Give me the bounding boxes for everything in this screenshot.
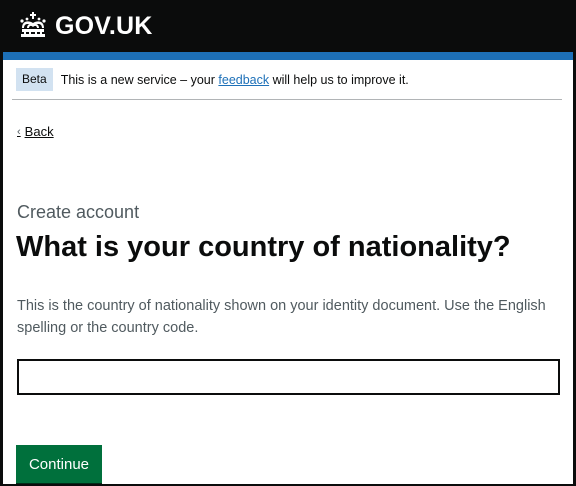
beta-tag: Beta <box>16 68 53 91</box>
form-caption: Create account <box>17 202 140 222</box>
continue-button[interactable]: Continue <box>16 445 102 483</box>
phase-banner-text: This is a new service – your feedback wi… <box>61 73 409 87</box>
hint-text: This is the country of nationality shown… <box>17 298 546 337</box>
govuk-logo-link[interactable]: GOV.UK <box>18 12 153 40</box>
chevron-left-icon: ‹ <box>17 125 21 138</box>
site-header: GOV.UK <box>0 0 576 52</box>
page-title: What is your country of nationality? <box>16 231 511 263</box>
back-link-label: Back <box>24 124 54 139</box>
phase-banner: Beta This is a new service – your feedba… <box>12 60 562 100</box>
header-accent-bar <box>0 52 576 60</box>
crown-icon <box>20 12 46 37</box>
phase-banner-text-after: will help us to improve it. <box>269 72 409 87</box>
feedback-link[interactable]: feedback <box>218 73 269 87</box>
nationality-input[interactable] <box>17 359 560 395</box>
logo-text: GOV.UK <box>55 11 153 40</box>
back-link[interactable]: ‹ Back <box>17 124 54 139</box>
phase-banner-text-before: This is a new service – your <box>60 72 219 87</box>
